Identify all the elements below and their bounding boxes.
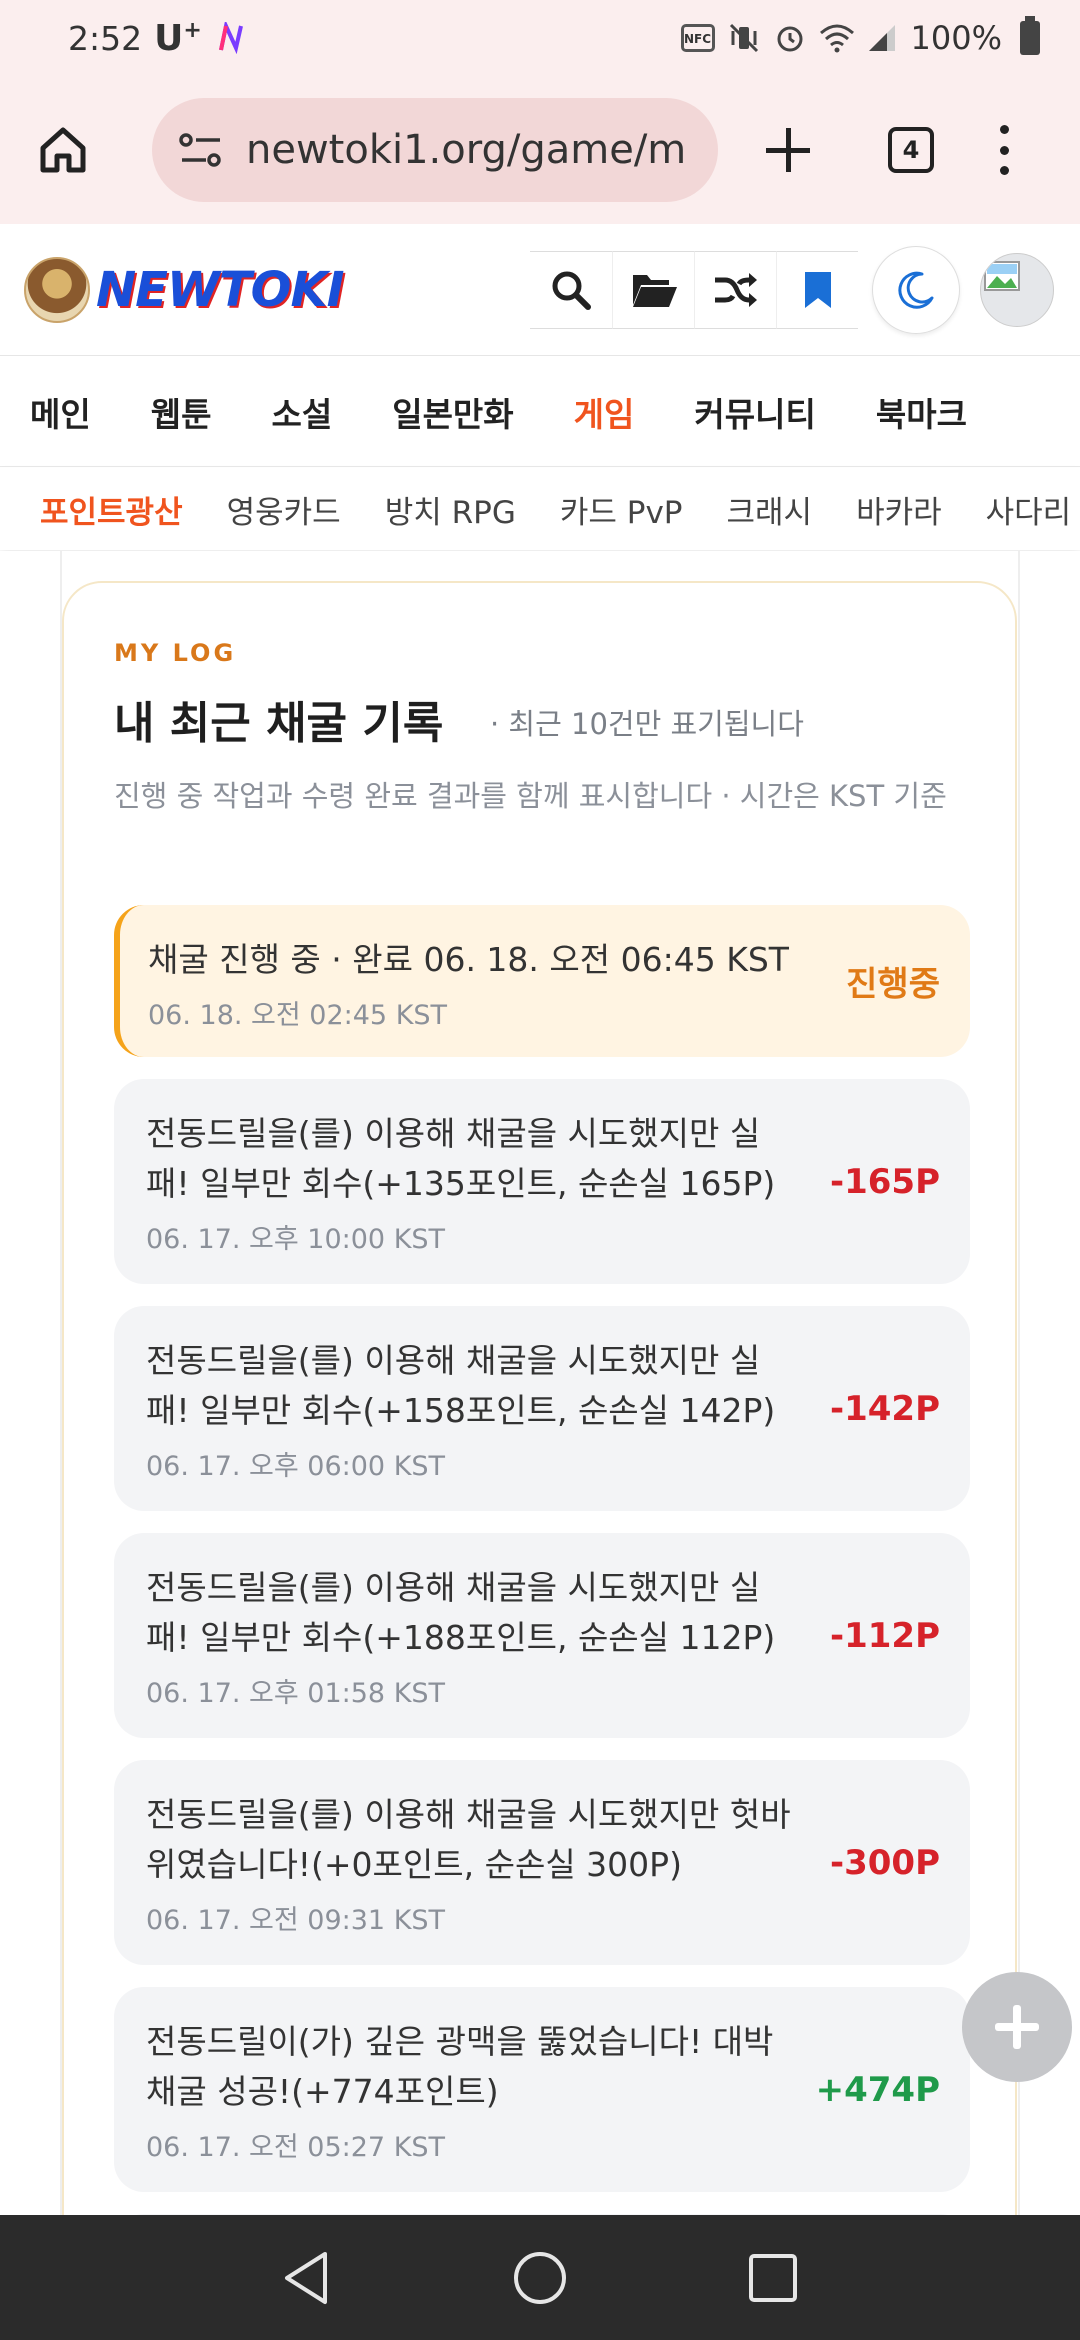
random-button[interactable] bbox=[694, 250, 776, 329]
sub-nav-baccarat[interactable]: 바카라 bbox=[856, 487, 942, 532]
folder-button[interactable] bbox=[612, 250, 694, 329]
log-entry: 전동드릴을(를) 이용해 채굴을 시도했지만 실패! 일부만 회수(+188포인… bbox=[114, 1533, 970, 1738]
plus-icon bbox=[995, 2005, 1039, 2049]
status-icons: NFC 100% bbox=[680, 16, 1040, 57]
nfc-icon: NFC bbox=[680, 24, 715, 52]
log-entry-amount: -165P bbox=[829, 1161, 940, 1202]
log-entry-amount: +474P bbox=[815, 2069, 940, 2110]
wifi-icon bbox=[819, 23, 854, 53]
log-entry-status: 진행중 bbox=[846, 964, 940, 1005]
broken-image-icon bbox=[984, 260, 1020, 291]
sub-nav-card-pvp[interactable]: 카드 PvP bbox=[560, 487, 683, 532]
notification-app-icon bbox=[216, 19, 246, 55]
bookmark-button[interactable] bbox=[776, 250, 858, 329]
log-entry-message: 전동드릴을(를) 이용해 채굴을 시도했지만 실패! 일부만 회수(+135포인… bbox=[146, 1114, 776, 1203]
section-eyebrow: MY LOG bbox=[114, 639, 237, 667]
section-note: · 최근 10건만 표기됩니다 bbox=[490, 707, 804, 741]
page-body: MY LOG 내 최근 채굴 기록 · 최근 10건만 표기됩니다 진행 중 작… bbox=[0, 551, 1080, 2215]
log-entry: 전동드릴을(를) 이용해 채굴을 시도했지만 실패! 일부만 회수(+135포인… bbox=[114, 1079, 970, 1284]
log-entry-amount: -300P bbox=[829, 1842, 940, 1883]
battery-percent: 100% bbox=[910, 19, 1002, 57]
status-time: 2:52 bbox=[68, 18, 143, 58]
game-sub-nav: 포인트광산 영웅카드 방치 RPG 카드 PvP 크래시 바카라 사다리 bbox=[0, 468, 1080, 550]
alarm-icon bbox=[773, 23, 807, 53]
nav-item-novel[interactable]: 소설 bbox=[271, 388, 332, 436]
browser-toolbar: newtoki1.org/game/m 4 bbox=[0, 76, 1080, 224]
floating-add-button[interactable] bbox=[962, 1972, 1072, 2082]
log-entry-time: 06. 17. 오후 01:58 KST bbox=[146, 1678, 446, 1709]
sub-nav-idle-rpg[interactable]: 방치 RPG bbox=[385, 487, 516, 532]
moon-icon bbox=[898, 271, 934, 309]
log-entry: 전동드릴을(를) 이용해 채굴을 시도했지만 헛바위였습니다!(+0포인트, 순… bbox=[114, 1760, 970, 1965]
folder-open-icon bbox=[632, 274, 677, 307]
logo-mascot-icon bbox=[24, 256, 90, 323]
user-avatar[interactable] bbox=[980, 252, 1054, 327]
url-text: newtoki1.org/game/m bbox=[246, 127, 687, 173]
log-entry-amount: -112P bbox=[829, 1615, 940, 1656]
signal-icon bbox=[865, 23, 899, 53]
log-entry-time: 06. 17. 오전 09:31 KST bbox=[146, 1905, 446, 1936]
log-entry-in-progress: 채굴 진행 중 · 완료 06. 18. 오전 06:45 KST 06. 18… bbox=[114, 905, 970, 1057]
log-list: 채굴 진행 중 · 완료 06. 18. 오전 06:45 KST 06. 18… bbox=[114, 905, 970, 2215]
sub-nav-hero-card[interactable]: 영웅카드 bbox=[227, 487, 341, 532]
nav-item-japanese-manga[interactable]: 일본만화 bbox=[392, 388, 513, 436]
bookmark-icon bbox=[804, 271, 831, 308]
logo-text: NEWTOKI bbox=[96, 261, 345, 318]
mining-log-card: MY LOG 내 최근 채굴 기록 · 최근 10건만 표기됩니다 진행 중 작… bbox=[62, 581, 1017, 2215]
log-entry: 전동드릴을(를) 이용해 채굴을 시도했지만 실패! 일부만 회수(+158포인… bbox=[114, 1306, 970, 1511]
home-button[interactable] bbox=[28, 115, 98, 185]
dark-mode-toggle[interactable] bbox=[872, 245, 960, 334]
recents-button[interactable] bbox=[743, 2248, 803, 2308]
system-nav-bar bbox=[0, 2215, 1080, 2340]
sub-nav-crash[interactable]: 크래시 bbox=[727, 487, 813, 532]
log-entry-message: 전동드릴이(가) 깊은 광맥을 뚫었습니다! 대박 채굴 성공!(+774포인트… bbox=[146, 2022, 774, 2111]
browser-menu-button[interactable] bbox=[994, 125, 1014, 175]
tab-switcher-button[interactable]: 4 bbox=[888, 127, 934, 173]
back-triangle-icon bbox=[284, 2251, 327, 2304]
shuffle-icon bbox=[714, 272, 757, 307]
log-entry-amount: -142P bbox=[829, 1388, 940, 1429]
log-entry-time: 06. 18. 오전 02:45 KST bbox=[148, 1000, 448, 1031]
log-entry-time: 06. 17. 오후 06:00 KST bbox=[146, 1451, 446, 1482]
home-icon bbox=[40, 127, 86, 173]
site-settings-icon[interactable] bbox=[178, 130, 224, 170]
header-tools bbox=[530, 245, 1054, 334]
sub-nav-point-mine[interactable]: 포인트광산 bbox=[40, 487, 183, 532]
nav-item-main[interactable]: 메인 bbox=[30, 388, 91, 436]
carrier-label: U+ bbox=[154, 17, 202, 59]
back-button[interactable] bbox=[277, 2248, 337, 2308]
nav-item-bookmark[interactable]: 북마크 bbox=[876, 388, 967, 436]
log-entry-message: 전동드릴을(를) 이용해 채굴을 시도했지만 실패! 일부만 회수(+158포인… bbox=[146, 1341, 776, 1430]
recents-square-icon bbox=[749, 2253, 798, 2302]
home-nav-button[interactable] bbox=[510, 2248, 570, 2308]
log-entry-time: 06. 17. 오후 10:00 KST bbox=[146, 1224, 446, 1255]
section-title: 내 최근 채굴 기록 bbox=[114, 698, 444, 749]
log-entry-message: 전동드릴을(를) 이용해 채굴을 시도했지만 실패! 일부만 회수(+188포인… bbox=[146, 1568, 776, 1657]
log-entry-message: 전동드릴을(를) 이용해 채굴을 시도했지만 헛바위였습니다!(+0포인트, 순… bbox=[146, 1795, 791, 1884]
address-bar[interactable]: newtoki1.org/game/m bbox=[152, 98, 718, 202]
status-bar: 2:52 U+ NFC 100% bbox=[0, 0, 1080, 76]
log-entry: 전동드릴이(가) 깊은 광맥을 뚫었습니다! 대박 채굴 성공!(+774포인트… bbox=[114, 1987, 970, 2192]
nav-item-webtoon[interactable]: 웹툰 bbox=[151, 388, 212, 436]
home-circle-icon bbox=[513, 2251, 566, 2304]
site-header: NEWTOKI bbox=[0, 224, 1080, 356]
log-entry-time: 06. 17. 오전 05:27 KST bbox=[146, 2132, 446, 2163]
section-description: 진행 중 작업과 수령 완료 결과를 함께 표시합니다 · 시간은 KST 기준 bbox=[114, 779, 947, 813]
site-logo[interactable]: NEWTOKI bbox=[24, 256, 345, 323]
search-button[interactable] bbox=[530, 250, 612, 329]
sub-nav-ladder[interactable]: 사다리 bbox=[986, 487, 1072, 532]
search-icon bbox=[552, 271, 591, 310]
vibrate-icon bbox=[727, 23, 761, 53]
nav-item-community[interactable]: 커뮤니티 bbox=[694, 388, 815, 436]
nav-item-game[interactable]: 게임 bbox=[574, 388, 635, 436]
log-entry-message: 채굴 진행 중 · 완료 06. 18. 오전 06:45 KST bbox=[148, 940, 789, 979]
battery-icon bbox=[1020, 16, 1040, 55]
main-nav: 메인 웹툰 소설 일본만화 게임 커뮤니티 북마크 bbox=[0, 357, 1080, 467]
new-tab-button[interactable] bbox=[758, 120, 818, 180]
